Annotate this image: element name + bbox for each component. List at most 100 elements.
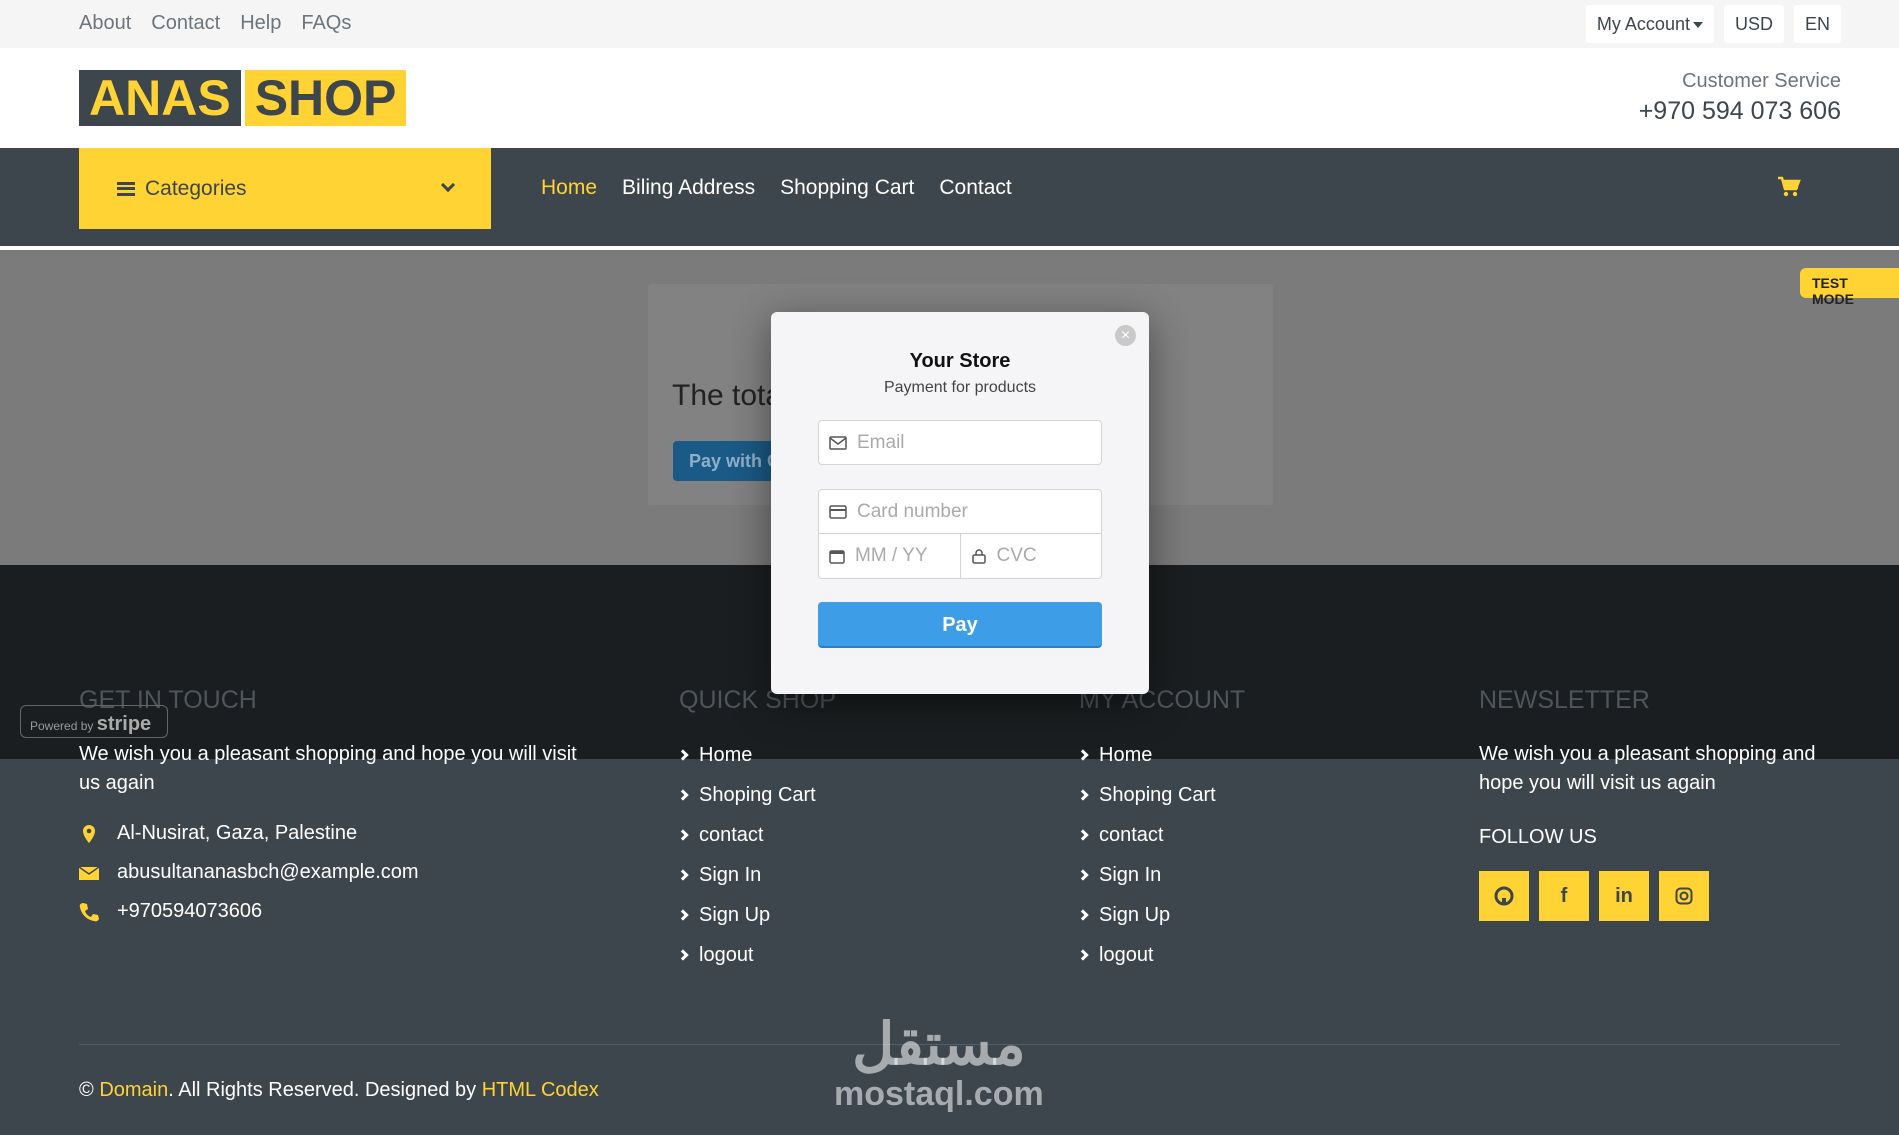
nav-shopping-cart[interactable]: Shopping Cart <box>780 176 914 200</box>
nav-home[interactable]: Home <box>541 176 597 200</box>
quick-link-sign-up[interactable]: Sign Up <box>677 895 836 935</box>
newsletter-text: We wish you a pleasant shopping and hope… <box>1479 743 1816 794</box>
chevron-right-icon <box>1077 789 1089 801</box>
chevron-right-icon <box>677 949 689 961</box>
copyright-text: . All Rights Reserved. Designed by <box>168 1079 477 1101</box>
store-subtitle: Payment for products <box>883 379 1037 396</box>
facebook-icon[interactable]: f <box>1539 871 1589 921</box>
html-codex-link[interactable]: HTML Codex <box>482 1079 599 1101</box>
instagram-icon[interactable] <box>1659 871 1709 921</box>
top-links: About Contact Help FAQs <box>79 12 351 35</box>
account-link-label: contact <box>1099 823 1164 846</box>
currency-button[interactable]: USD <box>1723 5 1784 43</box>
phone-text: +970594073606 <box>117 900 263 922</box>
github-icon[interactable] <box>1479 871 1529 921</box>
social-links: f in <box>1479 871 1859 921</box>
account-link-contact[interactable]: contact <box>1077 815 1245 855</box>
quick-link-label: logout <box>699 943 754 966</box>
close-icon[interactable]: × <box>1115 325 1136 346</box>
my-account-label: My Account <box>1596 14 1690 34</box>
top-link-faqs[interactable]: FAQs <box>301 12 351 35</box>
top-link-contact[interactable]: Contact <box>151 12 220 35</box>
powered-by-stripe-badge[interactable]: Powered by stripe <box>20 705 168 738</box>
top-link-help[interactable]: Help <box>240 12 281 35</box>
get-in-touch-text: We wish you a pleasant shopping and hope… <box>79 743 577 794</box>
cart-icon[interactable] <box>1777 176 1801 198</box>
phone-icon <box>79 902 99 921</box>
customer-service: Customer Service +970 594 073 606 <box>1639 70 1841 126</box>
card-number-field[interactable]: Card number <box>818 489 1102 534</box>
my-account-dropdown[interactable]: My Account <box>1585 5 1714 43</box>
nav-billing-address[interactable]: Biling Address <box>622 176 755 200</box>
footer-quick-shop: QUICK SHOP Home Shoping Cart contact Sig… <box>677 686 836 975</box>
watermark-logo: مستقل mostaql.com <box>834 1015 1044 1114</box>
newsletter-title: NEWSLETTER <box>1479 686 1650 714</box>
nav-contact[interactable]: Contact <box>939 176 1011 200</box>
chevron-right-icon <box>677 789 689 801</box>
chevron-right-icon <box>677 909 689 921</box>
logo-part-1: ANAS <box>79 70 241 126</box>
expiry-cvc-row: MM / YY CVC <box>818 534 1102 579</box>
envelope-icon <box>79 865 99 880</box>
envelope-icon <box>829 435 847 450</box>
account-link-label: Shoping Cart <box>1099 783 1216 806</box>
linkedin-icon[interactable]: in <box>1599 871 1649 921</box>
stripe-logo: stripe <box>96 713 152 735</box>
powered-by-label: Powered by <box>30 719 94 733</box>
quick-link-home[interactable]: Home <box>677 735 836 775</box>
language-button[interactable]: EN <box>1793 5 1841 43</box>
credit-card-icon <box>829 504 847 519</box>
pay-button[interactable]: Pay <box>818 602 1102 648</box>
account-link-home[interactable]: Home <box>1077 735 1245 775</box>
expiry-field[interactable]: MM / YY <box>819 534 961 578</box>
test-mode-badge: TEST MODE <box>1800 268 1899 307</box>
logo-part-2: SHOP <box>244 70 407 126</box>
card-number-placeholder: Card number <box>857 500 968 522</box>
cvc-field[interactable]: CVC <box>961 534 1102 578</box>
nav-menu: Home Biling Address Shopping Cart Contac… <box>541 176 1012 200</box>
account-link-label: logout <box>1099 943 1154 966</box>
quick-link-logout[interactable]: logout <box>677 935 836 975</box>
chevron-right-icon <box>1077 949 1089 961</box>
customer-service-phone: +970 594 073 606 <box>1638 97 1841 125</box>
address-row: Al-Nusirat, Gaza, Palestine <box>79 822 599 845</box>
chevron-right-icon <box>1077 909 1089 921</box>
account-link-label: Home <box>1099 743 1153 766</box>
account-link-label: Sign In <box>1099 863 1162 886</box>
account-link-label: Sign Up <box>1099 903 1171 926</box>
top-right-controls: My Account USD EN <box>1585 5 1841 43</box>
email-text[interactable]: abusultananasbch@example.com <box>117 861 419 884</box>
account-link-shopping-cart[interactable]: Shoping Cart <box>1077 775 1245 815</box>
quick-link-contact[interactable]: contact <box>677 815 836 855</box>
quick-link-sign-in[interactable]: Sign In <box>677 855 836 895</box>
categories-label: Categories <box>145 176 247 200</box>
categories-dropdown[interactable]: Categories <box>79 148 491 229</box>
chevron-right-icon <box>677 749 689 761</box>
chevron-right-icon <box>677 869 689 881</box>
follow-us-label: FOLLOW US <box>1479 826 1597 848</box>
quick-link-label: Home <box>699 743 753 766</box>
quick-link-shopping-cart[interactable]: Shoping Cart <box>677 775 836 815</box>
expiry-placeholder: MM / YY <box>855 545 928 566</box>
watermark-arabic: مستقل <box>852 1012 1026 1077</box>
quick-link-label: contact <box>699 823 764 846</box>
main-navbar: Categories Home Biling Address Shopping … <box>0 148 1899 246</box>
top-link-about[interactable]: About <box>79 12 131 35</box>
copyright: © Domain. All Rights Reserved. Designed … <box>79 1079 599 1102</box>
phone-row: +970594073606 <box>79 900 599 923</box>
lock-icon <box>971 549 986 564</box>
account-link-sign-in[interactable]: Sign In <box>1077 855 1245 895</box>
account-link-sign-up[interactable]: Sign Up <box>1077 895 1245 935</box>
map-marker-icon <box>83 824 95 843</box>
address-text: Al-Nusirat, Gaza, Palestine <box>117 822 358 844</box>
cvc-placeholder: CVC <box>996 545 1037 566</box>
logo[interactable]: ANAS SHOP <box>79 70 407 126</box>
chevron-down-icon <box>440 177 456 193</box>
copyright-symbol: © <box>79 1079 94 1101</box>
account-link-logout[interactable]: logout <box>1077 935 1245 975</box>
chevron-right-icon <box>1077 829 1089 841</box>
domain-link[interactable]: Domain <box>99 1079 168 1101</box>
email-field[interactable]: Email <box>818 420 1102 465</box>
footer-newsletter: NEWSLETTER We wish you a pleasant shoppi… <box>1479 686 1859 921</box>
watermark-latin: mostaql.com <box>834 1075 1044 1113</box>
